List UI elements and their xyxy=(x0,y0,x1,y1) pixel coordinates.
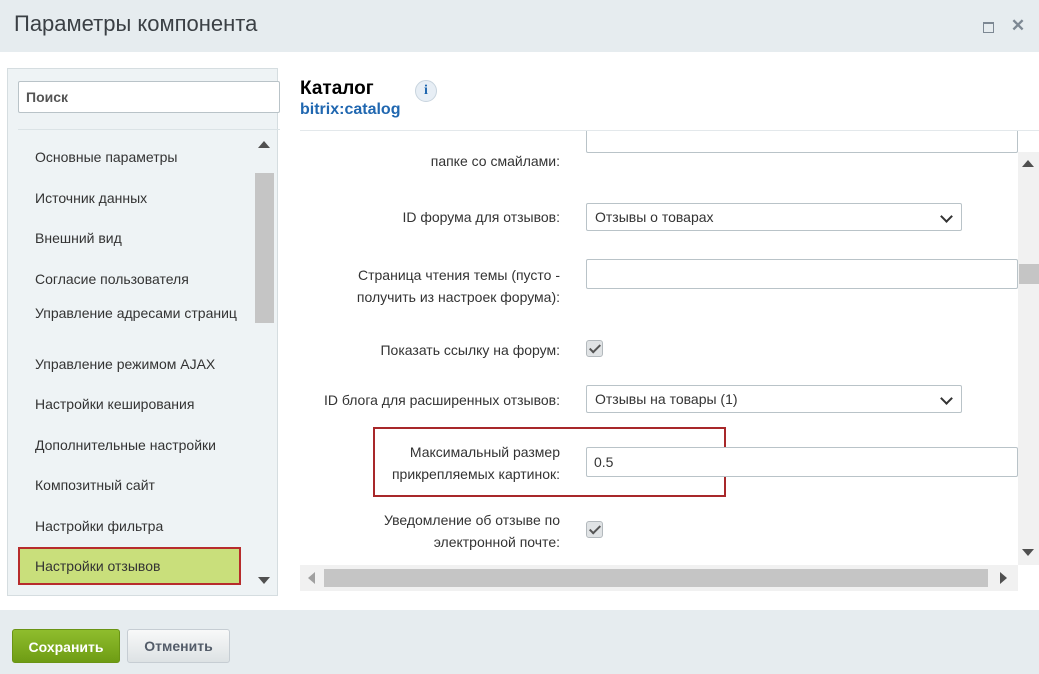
email-notify-label-line1: Уведомление об отзыве по xyxy=(383,512,560,528)
scroll-thumb[interactable] xyxy=(1019,264,1039,284)
forum-id-label: ID форума для отзывов: xyxy=(402,209,560,225)
settings-form: папке со смайлами: ID форума для отзывов… xyxy=(300,131,1018,565)
chevron-down-icon xyxy=(940,392,953,405)
window-title: Параметры компонента xyxy=(14,11,258,36)
sidebar-item-ajax[interactable]: Управление режимом AJAX xyxy=(18,356,240,372)
window-titlebar: Параметры компонента ✕ xyxy=(0,0,1039,52)
save-button[interactable]: Сохранить xyxy=(12,629,120,663)
component-code: bitrix:catalog xyxy=(300,101,401,118)
sidebar-item-reviews[interactable]: Настройки отзывов xyxy=(18,547,241,585)
cancel-button[interactable]: Отменить xyxy=(127,629,230,663)
search-input[interactable] xyxy=(18,81,280,113)
smiles-folder-input[interactable] xyxy=(586,131,1018,153)
sidebar-item-additional[interactable]: Дополнительные настройки xyxy=(18,437,240,453)
sidebar-item-user-consent[interactable]: Согласие пользователя xyxy=(18,271,240,287)
form-vertical-scrollbar[interactable] xyxy=(1018,152,1039,565)
scroll-thumb[interactable] xyxy=(255,173,274,323)
max-image-size-label-line1: Максимальный размер xyxy=(409,444,560,460)
component-title: Каталог xyxy=(300,78,374,99)
sidebar: Основные параметры Источник данных Внешн… xyxy=(7,68,280,597)
sidebar-item-caching[interactable]: Настройки кеширования xyxy=(18,396,240,412)
forum-id-select[interactable]: Отзывы о товарах xyxy=(586,203,962,231)
smiles-label: папке со смайлами: xyxy=(430,153,560,169)
sidebar-item-data-source[interactable]: Источник данных xyxy=(18,190,240,206)
close-icon[interactable]: ✕ xyxy=(1008,16,1028,36)
topic-page-label-line1: Страница чтения темы (пусто - xyxy=(358,267,560,283)
show-forum-link-label: Показать ссылку на форум: xyxy=(380,342,560,358)
sidebar-item-composite[interactable]: Композитный сайт xyxy=(18,477,240,493)
email-notify-checkbox[interactable] xyxy=(586,521,603,538)
max-image-size-input[interactable] xyxy=(586,447,1018,477)
email-notify-label-line2: электронной почте: xyxy=(433,534,560,550)
scroll-down-icon[interactable] xyxy=(258,577,270,584)
scroll-left-icon[interactable] xyxy=(308,572,315,584)
scroll-down-icon[interactable] xyxy=(1022,549,1034,556)
scroll-right-icon[interactable] xyxy=(1000,572,1007,584)
max-image-size-label-line2: прикрепляемых картинок: xyxy=(391,466,560,482)
blog-id-value: Отзывы на товары (1) xyxy=(595,391,738,407)
sidebar-scrollbar[interactable] xyxy=(254,137,274,597)
dialog-body: Основные параметры Источник данных Внешн… xyxy=(0,52,1039,610)
scroll-up-icon[interactable] xyxy=(258,141,270,148)
blog-id-label: ID блога для расширенных отзывов: xyxy=(323,392,560,408)
show-forum-link-checkbox[interactable] xyxy=(586,340,603,357)
sidebar-item-main-params[interactable]: Основные параметры xyxy=(18,149,240,165)
dialog-footer: Сохранить Отменить xyxy=(0,610,1039,674)
forum-id-value: Отзывы о товарах xyxy=(595,209,714,225)
blog-id-select[interactable]: Отзывы на товары (1) xyxy=(586,385,962,413)
sidebar-item-label: Настройки отзывов xyxy=(35,558,161,574)
scroll-thumb[interactable] xyxy=(324,569,988,587)
chevron-down-icon xyxy=(940,210,953,223)
scroll-up-icon[interactable] xyxy=(1022,160,1034,167)
topic-page-label-line2: получить из настроек форума): xyxy=(356,289,560,305)
divider xyxy=(18,129,280,130)
info-icon[interactable]: i xyxy=(415,80,437,102)
sidebar-item-appearance[interactable]: Внешний вид xyxy=(18,230,240,246)
maximize-icon[interactable] xyxy=(978,16,998,36)
sidebar-item-page-addresses[interactable]: Управление адресами страниц xyxy=(18,305,240,321)
sidebar-item-filter[interactable]: Настройки фильтра xyxy=(18,518,240,534)
topic-page-input[interactable] xyxy=(586,259,1018,289)
form-horizontal-scrollbar[interactable] xyxy=(300,565,1018,591)
